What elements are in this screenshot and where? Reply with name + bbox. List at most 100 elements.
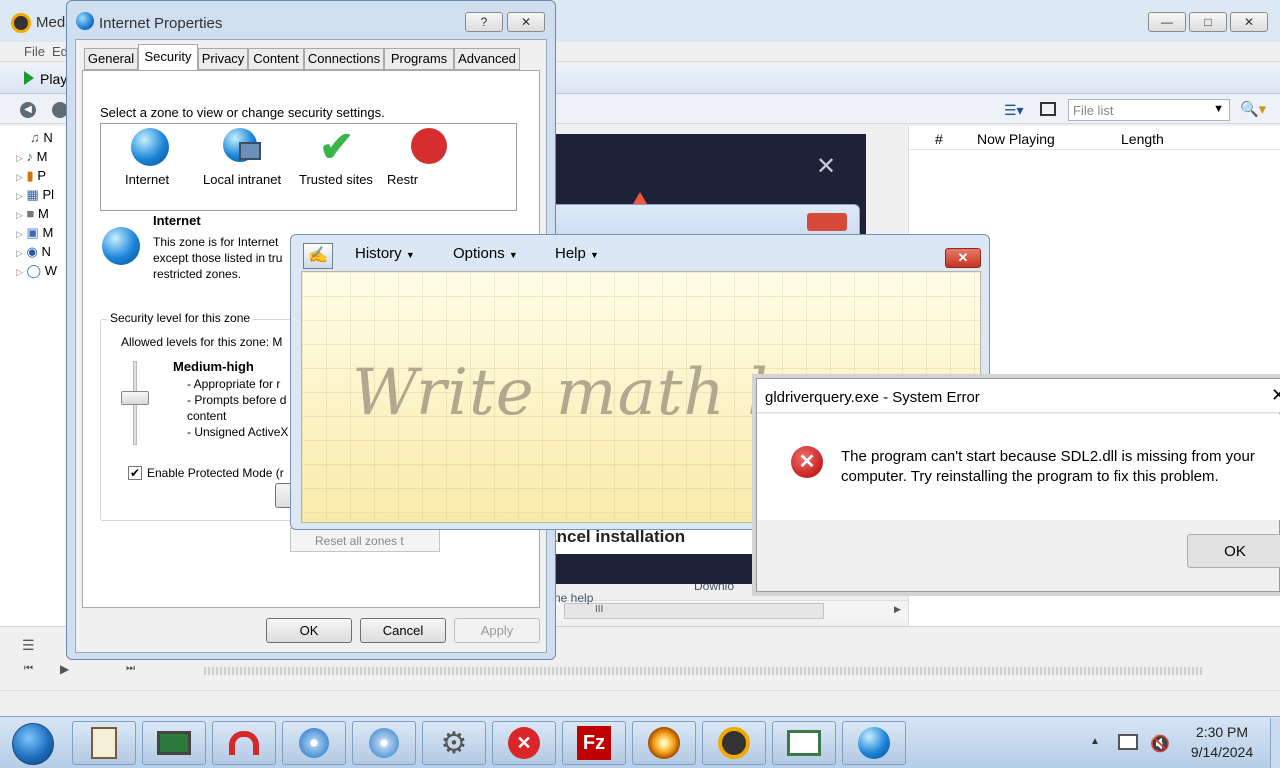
error-ok-button[interactable]: OK — [1187, 534, 1280, 568]
ok-button[interactable]: OK — [266, 618, 352, 643]
taskbar-mahjong-icon[interactable] — [72, 721, 136, 765]
menu-help[interactable]: Help ▼ — [555, 245, 599, 262]
zone-label: Internet — [125, 172, 170, 187]
tree-item[interactable]: ▷ ♪ M — [16, 149, 48, 164]
prev-icon[interactable]: ⏮ — [24, 663, 33, 674]
installer-close-icon[interactable]: ✕ — [816, 152, 836, 181]
allowed-levels: Allowed levels for this zone: M — [121, 335, 283, 349]
tree-item[interactable]: ▷ ▦ Pl — [16, 187, 54, 203]
tree-item[interactable]: ▷ ▮ P — [16, 168, 46, 184]
expand-icon[interactable]: ▷ — [16, 172, 23, 182]
taskbar-magnet-icon[interactable] — [212, 721, 276, 765]
protected-mode-checkbox[interactable]: ✔ — [128, 466, 142, 480]
help-button[interactable]: ? — [465, 12, 503, 32]
taskbar-mediamonkey-icon[interactable] — [702, 721, 766, 765]
minimize-button[interactable]: — — [1148, 12, 1186, 32]
taskbar-filezilla-icon[interactable]: Fz — [562, 721, 626, 765]
tab-privacy[interactable]: Privacy — [198, 48, 248, 70]
protected-mode-label[interactable]: Enable Protected Mode (r — [147, 466, 284, 480]
expand-icon[interactable]: ▷ — [16, 229, 23, 239]
volume-muted-icon[interactable]: 🔇 — [1150, 734, 1170, 754]
scrollbar-thumb[interactable]: III — [564, 603, 824, 619]
menu-file[interactable]: File — [24, 44, 45, 59]
col-number[interactable]: # — [935, 131, 943, 147]
zone-trusted-sites[interactable]: ✔ Trusted sites — [297, 123, 381, 188]
tab-label: General — [87, 51, 135, 66]
taskbar-setup-icon[interactable] — [352, 721, 416, 765]
play-label[interactable]: Play — [40, 71, 67, 87]
maximize-button[interactable]: □ — [1189, 12, 1227, 32]
media-player-title: Med — [36, 14, 66, 31]
expand-icon[interactable]: ▷ — [16, 191, 23, 201]
security-slider-thumb[interactable] — [121, 391, 149, 405]
col-length[interactable]: Length — [1121, 131, 1164, 147]
expand-icon[interactable]: ▷ — [16, 248, 23, 258]
clock[interactable]: 2:30 PM 9/14/2024 — [1180, 724, 1264, 764]
taskbar-burner-icon[interactable] — [632, 721, 696, 765]
tree-item[interactable]: ▷ ◯ W — [16, 263, 57, 279]
cancel-button[interactable]: Cancel — [360, 618, 446, 643]
col-now-playing[interactable]: Now Playing — [977, 131, 1055, 147]
zone-local-intranet[interactable]: Local intranet — [201, 128, 291, 188]
network-icon[interactable] — [1118, 734, 1138, 750]
zone-restricted-sites[interactable]: Restr — [387, 128, 447, 188]
zone-label: Restr — [387, 172, 419, 187]
play-icon[interactable] — [24, 71, 34, 85]
list-view-icon[interactable]: ☰▾ — [1004, 102, 1024, 119]
close-button[interactable]: ✕ — [1230, 12, 1268, 32]
taskbar-monitor-icon[interactable] — [142, 721, 206, 765]
math-panel-close-button[interactable]: ✕ — [945, 248, 981, 268]
level-name: Medium-high — [173, 359, 254, 374]
menu-icon[interactable]: ☰ — [22, 637, 35, 654]
taskbar-document-icon[interactable] — [772, 721, 836, 765]
back-icon[interactable]: ◀ — [20, 102, 36, 118]
document-icon — [787, 730, 821, 756]
tree-item[interactable]: ▷ ◉ N — [16, 244, 51, 260]
tab-general[interactable]: General — [84, 48, 138, 70]
zone-label: Local intranet — [203, 172, 282, 187]
tab-advanced[interactable]: Advanced — [454, 48, 520, 70]
zone-desc-line1: This zone is for Internet — [153, 235, 279, 249]
expand-icon[interactable]: ▷ — [16, 267, 23, 277]
expand-icon[interactable]: ▷ — [16, 153, 23, 163]
tree-item[interactable]: ♫ N — [30, 130, 53, 145]
apply-button[interactable]: Apply — [454, 618, 540, 643]
taskbar-gear-icon[interactable]: ⚙ — [422, 721, 486, 765]
tab-connections[interactable]: Connections — [304, 48, 384, 70]
tab-programs[interactable]: Programs — [384, 48, 454, 70]
next-icon[interactable]: ⏭ — [126, 663, 135, 674]
scroll-right-icon[interactable]: ▶ — [894, 604, 901, 615]
taskbar-error-icon[interactable]: ✕ — [492, 721, 556, 765]
reset-zones-button[interactable]: Reset all zones t — [290, 528, 440, 552]
zone-list: Internet Local intranet ✔ Trusted sites … — [100, 123, 517, 211]
tray-expand-icon[interactable]: ▲ — [1090, 736, 1100, 747]
tree-item-icon: ▮ — [26, 168, 34, 183]
error-close-icon[interactable]: ✕ — [1271, 385, 1280, 406]
expand-icon[interactable]: ▷ — [16, 210, 23, 220]
zone-internet[interactable]: Internet — [117, 128, 181, 188]
taskbar-install-icon[interactable] — [282, 721, 346, 765]
tree-item[interactable]: ▷ ▣ M — [16, 225, 53, 241]
seek-bar[interactable] — [204, 667, 1204, 675]
cancel-installation-label: Cancel installation — [534, 527, 686, 546]
help-link[interactable]: ne help — [554, 591, 593, 605]
columns-icon[interactable] — [1040, 102, 1056, 116]
horizontal-scrollbar[interactable]: III ▶ — [556, 600, 908, 620]
play-small-icon[interactable]: ▶ — [60, 662, 69, 676]
dialog-close-button[interactable]: ✕ — [507, 12, 545, 32]
menu-options[interactable]: Options ▼ — [453, 245, 518, 262]
magnet-icon — [229, 731, 259, 755]
tab-content[interactable]: Content — [248, 48, 304, 70]
file-list-dropdown[interactable]: File list ▼ — [1068, 99, 1230, 121]
search-icon[interactable]: 🔍▾ — [1240, 100, 1266, 118]
start-button[interactable] — [12, 723, 54, 765]
file-list-placeholder: File list — [1073, 103, 1114, 118]
tree-item[interactable]: ▷ ■ M — [16, 206, 49, 221]
taskbar-internet-options-icon[interactable] — [842, 721, 906, 765]
show-desktop-button[interactable] — [1270, 718, 1280, 768]
mediamonkey-icon — [718, 727, 750, 759]
menu-history[interactable]: History ▼ — [355, 245, 415, 262]
tab-security[interactable]: Security — [138, 44, 198, 71]
error-ok-label: OK — [1224, 542, 1246, 560]
background-dialog-close-button[interactable] — [807, 213, 847, 231]
